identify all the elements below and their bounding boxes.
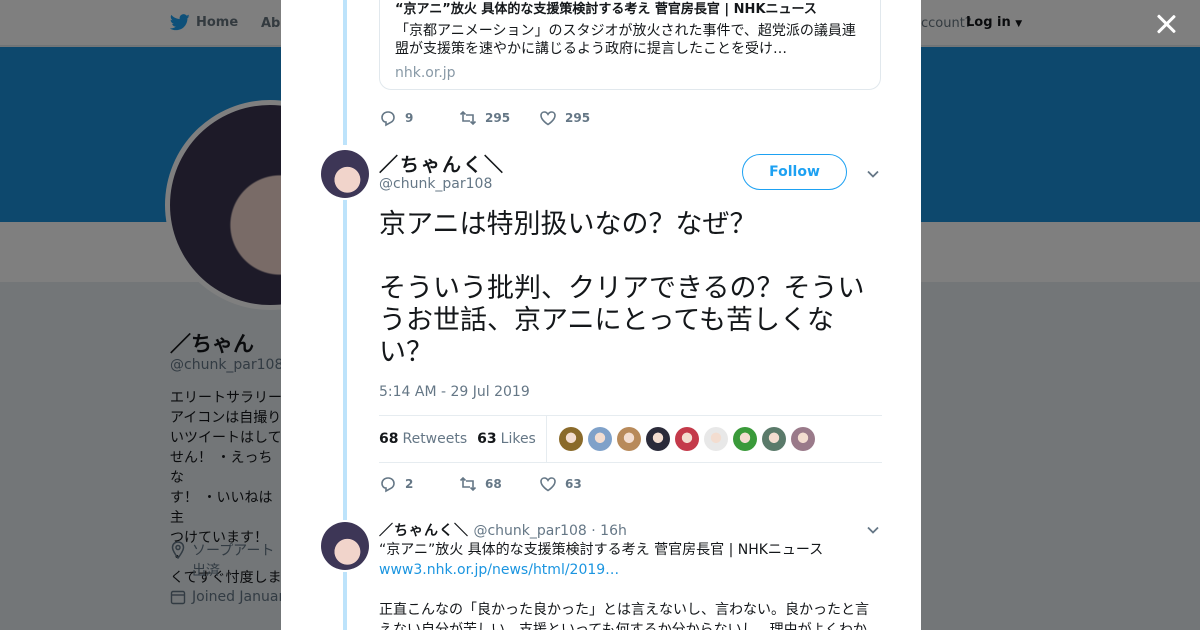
thread-line-top <box>343 0 347 145</box>
link-preview-card[interactable]: “京アニ”放火 具体的な支援策検討する考え 菅官房長官 | NHKニュース 「京… <box>379 0 881 90</box>
reply-icon <box>381 111 395 127</box>
reply-tweet-line-1: “京アニ”放火 具体的な支援策検討する考え 菅官房長官 | NHKニュース <box>379 542 824 558</box>
main-tweet-handle[interactable]: @chunk_par108 <box>379 176 492 192</box>
retweet-count: 68 <box>485 477 502 491</box>
reply-tweet-handle[interactable]: @chunk_par108 <box>473 523 586 539</box>
card-description: 「京都アニメーション」のスタジオが放火された事件で、超党派の議員連盟が支援策を速… <box>395 23 856 57</box>
reply-count: 2 <box>405 477 414 491</box>
reply-tweet-link[interactable]: www3.nhk.or.jp/news/html/2019… <box>379 560 879 580</box>
card-title: “京アニ”放火 具体的な支援策検討する考え 菅官房長官 | NHKニュース <box>395 2 817 17</box>
like-count: 295 <box>565 111 591 125</box>
stats-divider <box>545 415 547 463</box>
main-tweet-text: 京アニは特別扱いなの？なぜ？ そういう批判、クリアできるの？そういうお世話、京ア… <box>379 209 869 401</box>
card-domain: nhk.or.jp <box>395 65 456 81</box>
close-modal-button[interactable] <box>1152 10 1180 38</box>
reply-tweet-more-chevron[interactable] <box>866 522 880 536</box>
liker-avatar[interactable] <box>703 427 728 451</box>
retweet-count: 295 <box>485 111 511 125</box>
main-tweet-more-chevron[interactable] <box>866 166 880 180</box>
reply-tweet-line-2: 正直こんなの「良かった良かった」とは言えないし、言わない。良かったと言えない自分… <box>379 602 869 630</box>
likes-stat-count: 63 <box>477 431 497 447</box>
retweet-icon <box>459 476 477 492</box>
reply-button[interactable]: 9 <box>379 109 459 127</box>
tweet-conversation-modal: “京アニ”放火 具体的な支援策検討する考え 菅官房長官 | NHKニュース 「京… <box>281 0 921 630</box>
liker-avatar[interactable] <box>761 427 786 451</box>
main-tweet-avatar[interactable] <box>321 150 369 198</box>
like-count: 63 <box>565 477 582 491</box>
likes-stat-label: Likes <box>500 431 536 447</box>
like-button[interactable]: 295 <box>539 109 619 127</box>
reply-button[interactable]: 2 <box>379 475 459 493</box>
main-tweet-timestamp[interactable]: 5:14 AM - 29 Jul 2019 <box>379 384 530 400</box>
main-tweet-actions: 2 68 63 <box>379 475 619 493</box>
liker-avatar[interactable] <box>790 427 815 451</box>
retweets-stat-count: 68 <box>379 431 399 447</box>
liker-avatar[interactable] <box>645 427 670 451</box>
liker-avatar[interactable] <box>616 427 641 451</box>
prev-tweet-actions: 9 295 295 <box>379 109 619 127</box>
liker-avatar[interactable] <box>587 427 612 451</box>
liker-avatar[interactable] <box>674 427 699 451</box>
reply-tweet-avatar[interactable] <box>321 522 369 570</box>
retweets-stat-label: Retweets <box>402 431 468 447</box>
likes-stat[interactable]: 63 Likes <box>477 431 536 447</box>
main-tweet-name[interactable]: ／ちゃんく＼ <box>379 150 505 177</box>
tweet-stats-bar: 68 Retweets 63 Likes <box>379 415 882 463</box>
reply-tweet-name[interactable]: ／ちゃんく＼ <box>379 523 469 539</box>
reply-count: 9 <box>405 111 414 125</box>
like-button[interactable]: 63 <box>539 475 619 493</box>
retweet-button[interactable]: 295 <box>459 109 539 127</box>
reply-tweet-text: “京アニ”放火 具体的な支援策検討する考え 菅官房長官 | NHKニュース ww… <box>379 540 879 630</box>
chevron-down-icon <box>867 526 879 534</box>
thread-line-bottom <box>343 200 347 520</box>
reply-tweet-time[interactable]: · 16h <box>591 523 627 539</box>
liker-avatar[interactable] <box>558 427 583 451</box>
liker-avatars <box>558 427 815 451</box>
main-tweet-line-2: そういう批判、クリアできるの？そういうお世話、京アニにとっても苦しくない？ <box>379 273 865 368</box>
main-tweet-line-1: 京アニは特別扱いなの？なぜ？ <box>379 209 757 240</box>
chevron-down-icon <box>867 170 879 178</box>
heart-icon <box>540 111 556 126</box>
retweet-button[interactable]: 68 <box>459 475 539 493</box>
heart-icon <box>540 477 556 492</box>
retweets-stat[interactable]: 68 Retweets <box>379 431 467 447</box>
follow-button[interactable]: Follow <box>742 154 847 190</box>
thread-line-reply <box>343 572 347 630</box>
reply-tweet-header: ／ちゃんく＼ @chunk_par108 · 16h <box>379 520 627 540</box>
retweet-icon <box>459 110 477 126</box>
liker-avatar[interactable] <box>732 427 757 451</box>
reply-icon <box>381 477 395 493</box>
